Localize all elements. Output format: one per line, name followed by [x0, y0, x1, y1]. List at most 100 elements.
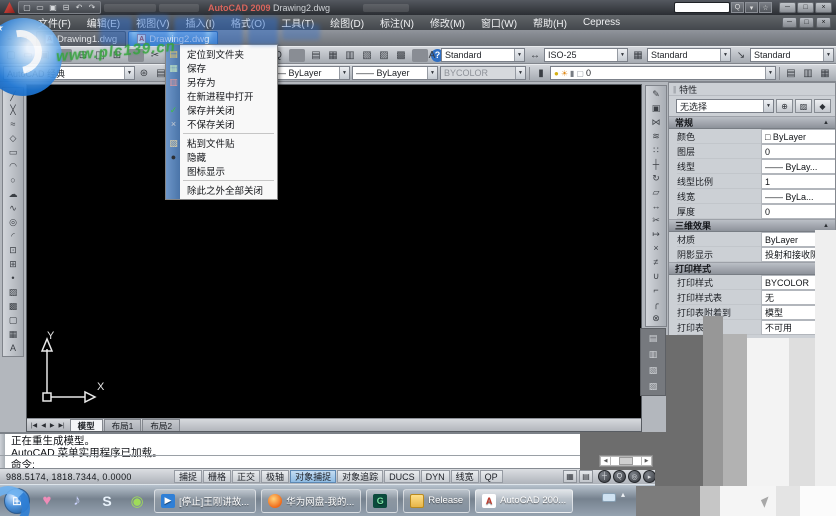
text-style-icon[interactable]: A	[424, 48, 440, 63]
explode-icon[interactable]: ⊗	[647, 311, 665, 325]
menu-item[interactable]: 窗口(W)	[473, 15, 525, 30]
context-menu-item[interactable]: ▥ 另存为	[166, 75, 277, 90]
status-toggle[interactable]: 对象捕捉	[290, 470, 337, 483]
mdi-minimize-button[interactable]: ─	[782, 17, 797, 28]
polyline-icon[interactable]: ≈	[4, 117, 22, 131]
layout-tab[interactable]: 布局1	[103, 419, 142, 431]
status-toggle[interactable]: DYN	[420, 470, 450, 483]
plot-icon[interactable]: ⊟	[75, 48, 91, 63]
draworder-above-icon[interactable]: ▧	[642, 362, 664, 378]
infocenter-search-input[interactable]	[674, 2, 730, 13]
qat-plot-icon[interactable]: ⊟	[60, 3, 72, 12]
polygon-icon[interactable]: ◇	[4, 131, 22, 145]
scale-icon[interactable]: ▱	[647, 185, 665, 199]
context-menu-item[interactable]: ● 隐藏	[166, 150, 277, 164]
menu-item[interactable]: 工具(T)	[273, 15, 322, 30]
region-icon[interactable]: ▢	[4, 313, 22, 327]
mdi-restore-button[interactable]: □	[799, 17, 814, 28]
quick-properties-button[interactable]: ◆	[814, 99, 831, 113]
new-icon[interactable]: ▢	[3, 48, 19, 63]
status-toggle[interactable]: QP	[479, 470, 503, 483]
markup-icon[interactable]: ▨	[376, 48, 392, 63]
chamfer-icon[interactable]: ⌐	[647, 283, 665, 297]
context-menu-item[interactable]: ▤ 定位到文件夹	[166, 47, 277, 62]
minimize-button[interactable]: ─	[779, 2, 796, 13]
spline-icon[interactable]: ∿	[4, 201, 22, 215]
qat-new-icon[interactable]: ▢	[21, 3, 33, 12]
move-icon[interactable]: ┼	[647, 157, 665, 171]
horizontal-scrollbar[interactable]: ◀ ▶	[599, 455, 653, 467]
draworder-front-icon[interactable]: ▤	[642, 330, 664, 346]
layer-previous-icon[interactable]: ▦	[817, 66, 833, 81]
favorites-star-icon[interactable]: ☆	[759, 2, 772, 13]
context-menu-item[interactable]: 图标显示	[166, 164, 277, 178]
last-tab-icon[interactable]: ▶|	[58, 422, 64, 429]
workspace-combo[interactable]: AutoCAD 经典	[3, 66, 135, 80]
table-icon[interactable]: ▦	[4, 327, 22, 341]
taskbar-button[interactable]: Release	[403, 488, 471, 513]
ellipse-icon[interactable]: ◎	[4, 215, 22, 229]
context-menu-item[interactable]: 除此之外全部关闭	[166, 183, 277, 197]
search-dropdown-icon[interactable]: ▾	[745, 2, 758, 13]
array-icon[interactable]: ∷	[647, 143, 665, 157]
selection-combo[interactable]: 无选择	[676, 99, 774, 113]
style-combo[interactable]: Standard	[750, 48, 834, 62]
taskbar-button[interactable]: 华为网盘-我的...	[261, 488, 362, 513]
security-app-icon[interactable]: ◉	[125, 489, 149, 513]
layout-tab[interactable]: 模型	[69, 419, 103, 431]
construction-line-icon[interactable]: ╳	[4, 103, 22, 117]
menu-item[interactable]: Cepress	[575, 15, 628, 30]
drawing-canvas[interactable]: Y X |◀ ◀ ▶ ▶| 模型 布局1 布局2	[26, 84, 642, 432]
copy-icon[interactable]: ▣	[647, 101, 665, 115]
publish-icon[interactable]: ⊞	[109, 48, 125, 63]
layout-tab[interactable]: 布局2	[142, 419, 181, 431]
menu-item[interactable]: 帮助(H)	[525, 15, 575, 30]
media-app-icon[interactable]: ♥	[35, 489, 59, 513]
taskbar-button[interactable]: A AutoCAD 200...	[475, 488, 574, 513]
context-menu-item[interactable]: ▧ 粘到文件贴	[166, 136, 277, 151]
pan-icon[interactable]: ┼	[598, 470, 611, 483]
style-combo[interactable]: ISO-25	[544, 48, 628, 62]
style-combo[interactable]: Standard	[647, 48, 731, 62]
layer-manager-icon[interactable]: ▮	[533, 66, 549, 81]
mleader-style-icon[interactable]: ↘	[733, 48, 749, 63]
designcenter-icon[interactable]: ▦	[325, 48, 341, 63]
search-icon[interactable]: Q	[731, 2, 744, 13]
close-button[interactable]: ×	[815, 2, 832, 13]
scrollbar-thumb[interactable]	[619, 457, 633, 465]
lineweight-control[interactable]: —— ByLayer	[352, 66, 438, 80]
qat-save-icon[interactable]: ▣	[47, 3, 59, 12]
revision-cloud-icon[interactable]: ☁	[4, 187, 22, 201]
insert-block-icon[interactable]: ⊡	[4, 243, 22, 257]
dim-style-icon[interactable]: ↔	[527, 48, 543, 63]
rotate-icon[interactable]: ↻	[647, 171, 665, 185]
restore-button[interactable]: □	[797, 2, 814, 13]
tray-expand-icon[interactable]: ▴	[621, 490, 625, 499]
first-tab-icon[interactable]: |◀	[31, 422, 37, 429]
mirror-icon[interactable]: ⋈	[647, 115, 665, 129]
open-icon[interactable]: ▭	[20, 48, 36, 63]
zoom-icon[interactable]: Q	[613, 470, 626, 483]
taskbar-button[interactable]: ▶ [停止]王刚讲故...	[154, 488, 257, 513]
layer-states-icon[interactable]: ▥	[800, 66, 816, 81]
draworder-below-icon[interactable]: ▨	[642, 378, 664, 394]
context-menu-item[interactable]: ▦ 保存	[166, 61, 277, 76]
make-block-icon[interactable]: ⊞	[4, 257, 22, 271]
menu-item[interactable]: 修改(M)	[422, 15, 473, 30]
draworder-back-icon[interactable]: ▥	[642, 346, 664, 362]
circle-icon[interactable]: ○	[4, 173, 22, 187]
layer-color-swatch[interactable]: ▢	[576, 69, 584, 78]
status-toggle[interactable]: 线宽	[450, 470, 479, 483]
stretch-icon[interactable]: ↔	[647, 199, 665, 213]
taskbar-button[interactable]: G	[366, 488, 399, 513]
menu-item[interactable]: 插入(I)	[177, 15, 222, 30]
plot-preview-icon[interactable]: ◫	[92, 48, 108, 63]
scroll-left-icon[interactable]: ◀	[601, 457, 610, 465]
prev-tab-icon[interactable]: ◀	[41, 422, 46, 429]
arc-icon[interactable]: ◠	[4, 159, 22, 173]
layer-bulb-icon[interactable]: ●	[554, 69, 559, 78]
document-tab[interactable]: A Drawing1.dwg	[36, 31, 127, 46]
cut-icon[interactable]: ✂	[147, 48, 163, 63]
coordinates-display[interactable]: 988.5174, 1818.7344, 0.0000	[0, 472, 174, 482]
menu-item[interactable]: 文件(F)	[30, 15, 79, 30]
